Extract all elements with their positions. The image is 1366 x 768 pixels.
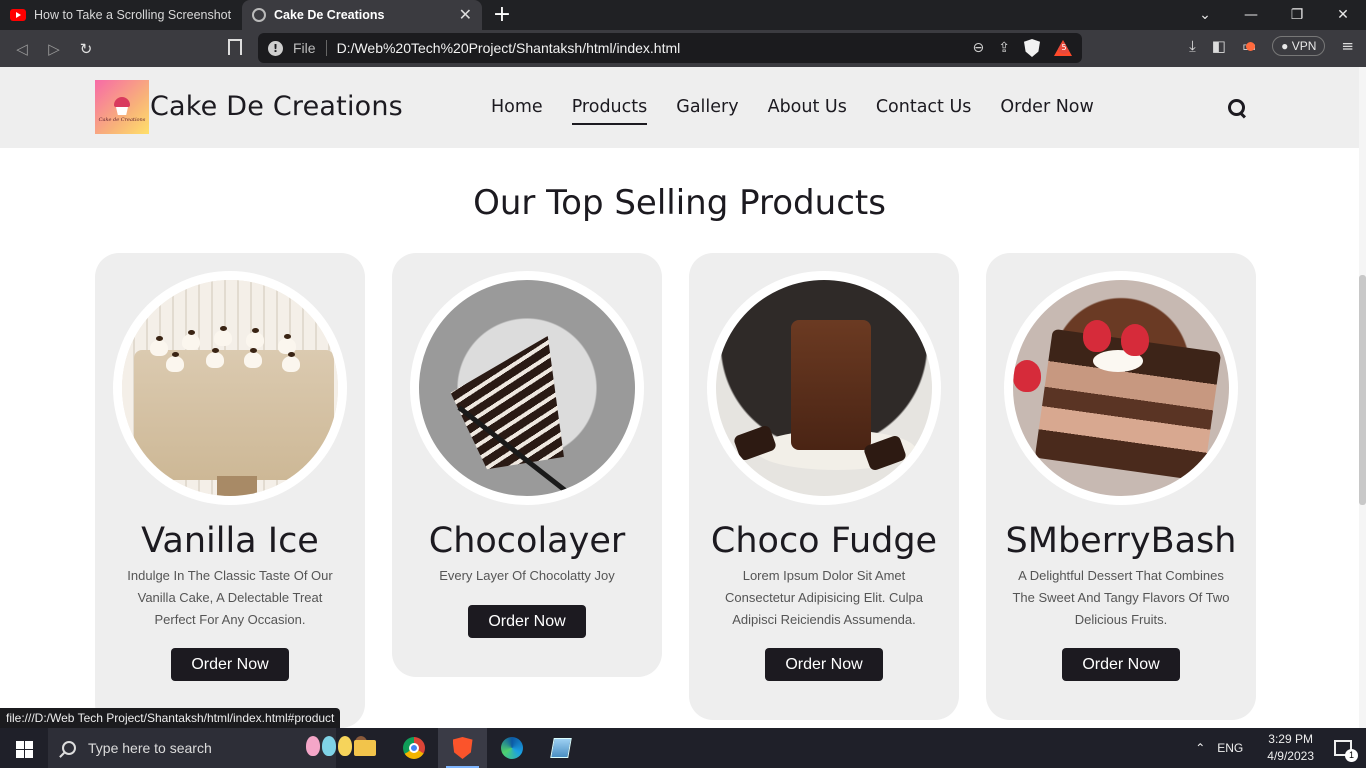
order-now-button[interactable]: Order Now (765, 648, 883, 681)
close-tab-icon[interactable]: ✕ (459, 5, 472, 25)
wallet-icon[interactable]: ▭ (1242, 37, 1256, 55)
status-url-tooltip: file:///D:/Web Tech Project/Shantaksh/ht… (0, 708, 341, 728)
product-name: SMberryBash (1005, 521, 1237, 561)
clock-time: 3:29 PM (1268, 732, 1313, 746)
file-explorer-app[interactable] (340, 728, 389, 768)
divider (325, 40, 327, 56)
url-text[interactable]: D:/Web%20Tech%20Project/Shantaksh/html/i… (337, 40, 681, 56)
windows-taskbar: Type here to search ⌃ ENG 3:29 PM 4/9/20… (0, 728, 1366, 768)
taskbar-apps (340, 728, 585, 768)
youtube-icon (10, 9, 26, 21)
order-now-button[interactable]: Order Now (1062, 648, 1180, 681)
vpn-button[interactable]: ● VPN (1272, 36, 1326, 56)
brave-rewards-icon[interactable]: 5 (1054, 40, 1072, 56)
new-tab-button[interactable]: + (482, 0, 522, 30)
tab-title: Cake De Creations (274, 8, 385, 22)
window-controls: ⌄ — ❐ ✕ (1182, 0, 1366, 30)
app-icon (549, 738, 572, 758)
download-icon[interactable]: ⤓ (1189, 37, 1196, 55)
menu-icon[interactable]: ≡ (1341, 37, 1354, 55)
nav-products[interactable]: Products (571, 97, 648, 125)
browser-tab-youtube[interactable]: How to Take a Scrolling Screenshot in (0, 0, 242, 30)
product-card-choco-fudge: Choco Fudge Lorem Ipsum Dolor Sit Amet C… (689, 253, 959, 720)
tab-title: How to Take a Scrolling Screenshot in (34, 8, 232, 22)
edge-icon (500, 737, 523, 759)
sidebar-icon[interactable]: ◧ (1212, 37, 1226, 55)
brave-app[interactable] (438, 728, 487, 768)
product-description: Lorem Ipsum Dolor Sit Amet Consectetur A… (725, 568, 923, 627)
nav-contact-us[interactable]: Contact Us (876, 97, 972, 125)
product-name: Choco Fudge (710, 521, 938, 561)
product-card-chocolayer: Chocolayer Every Layer Of Chocolatty Joy… (392, 253, 662, 677)
windows-start-button[interactable] (0, 728, 48, 768)
rewards-badge: 5 (1058, 42, 1070, 54)
search-icon (62, 741, 76, 755)
product-card-vanilla-ice: Vanilla Ice Indulge In The Classic Taste… (95, 253, 365, 728)
vanilla-cake-photo (113, 271, 347, 505)
pinned-app[interactable] (536, 728, 585, 768)
product-name: Chocolayer (428, 521, 626, 561)
forward-button[interactable]: ▷ (38, 40, 70, 58)
browser-toolbar: ◁ ▷ ↻ ! File D:/Web%20Tech%20Project/Sha… (0, 30, 1366, 67)
back-button[interactable]: ◁ (6, 40, 38, 58)
toolbar-right-icons: ⤓ ◧ ▭ ● VPN ≡ (1189, 36, 1354, 56)
product-description: Every Layer Of Chocolatty Joy (439, 568, 615, 583)
nav-gallery[interactable]: Gallery (676, 97, 738, 125)
clock-date: 4/9/2023 (1267, 749, 1314, 763)
edge-app[interactable] (487, 728, 536, 768)
restore-button[interactable]: ❐ (1274, 0, 1320, 30)
product-description: Indulge In The Classic Taste Of Our Vani… (127, 568, 333, 627)
logo-text: Cake de Creations (98, 117, 146, 123)
taskbar-search-placeholder: Type here to search (88, 740, 212, 756)
choco-fudge-cake-photo (707, 271, 941, 505)
show-hidden-icons-chevron-icon[interactable]: ⌃ (1195, 741, 1205, 755)
share-icon[interactable]: ⇪ (998, 40, 1010, 56)
site-info-icon[interactable]: ! (268, 40, 283, 56)
brave-shield-icon[interactable] (1024, 39, 1040, 57)
tab-search-chevron-icon[interactable]: ⌄ (1182, 0, 1228, 30)
brand-name[interactable]: Cake De Creations (150, 91, 403, 122)
main-nav: Home Products Gallery About Us Contact U… (491, 97, 1123, 125)
brand-logo[interactable]: Cake de Creations (95, 80, 149, 134)
clock[interactable]: 3:29 PM 4/9/2023 (1267, 731, 1314, 765)
order-now-button[interactable]: Order Now (468, 605, 586, 638)
bookmark-icon[interactable] (228, 39, 242, 55)
folder-icon (353, 740, 376, 756)
browser-tab-strip: How to Take a Scrolling Screenshot in Ca… (0, 0, 1366, 30)
search-icon[interactable] (1228, 99, 1246, 117)
cupcake-icon (114, 97, 130, 107)
address-bar[interactable]: ! File D:/Web%20Tech%20Project/Shantaksh… (258, 33, 1082, 63)
page-scrollbar-thumb[interactable] (1359, 275, 1366, 505)
section-title: Our Top Selling Products (473, 183, 886, 223)
vpn-label: VPN (1291, 39, 1317, 53)
order-now-button[interactable]: Order Now (171, 648, 289, 681)
reload-button[interactable]: ↻ (70, 40, 102, 58)
nav-home[interactable]: Home (491, 97, 543, 125)
product-name: Vanilla Ice (141, 521, 319, 561)
strawberry-cake-photo (1004, 271, 1238, 505)
chrome-app[interactable] (389, 728, 438, 768)
language-indicator[interactable]: ENG (1217, 741, 1243, 755)
system-tray: ⌃ ENG 3:29 PM 4/9/2023 1 (1195, 728, 1366, 768)
zoom-icon[interactable]: ⊖ (973, 40, 985, 56)
product-description: A Delightful Dessert That Combines The S… (1012, 568, 1230, 627)
notification-icon[interactable]: 1 (1334, 740, 1358, 762)
taskbar-search-box[interactable]: Type here to search (48, 728, 368, 768)
chocolate-layer-cake-photo (410, 271, 644, 505)
product-card-smberrybash: SMberryBash A Delightful Dessert That Co… (986, 253, 1256, 720)
address-bar-icons: ⊖ ⇪ 5 (973, 39, 1072, 57)
nav-about-us[interactable]: About Us (768, 97, 847, 125)
close-window-button[interactable]: ✕ (1320, 0, 1366, 30)
notification-count: 1 (1345, 749, 1358, 762)
site-header: Cake de Creations Cake De Creations Home… (0, 67, 1359, 148)
browser-tab-cake-de-creations[interactable]: Cake De Creations ✕ (242, 0, 482, 30)
nav-order-now[interactable]: Order Now (1000, 97, 1093, 125)
cupcake-base-icon (116, 107, 128, 115)
brave-icon (452, 737, 473, 759)
chrome-icon (402, 737, 425, 759)
globe-icon (252, 8, 266, 22)
minimize-button[interactable]: — (1228, 0, 1274, 30)
url-scheme-label: File (293, 40, 316, 56)
